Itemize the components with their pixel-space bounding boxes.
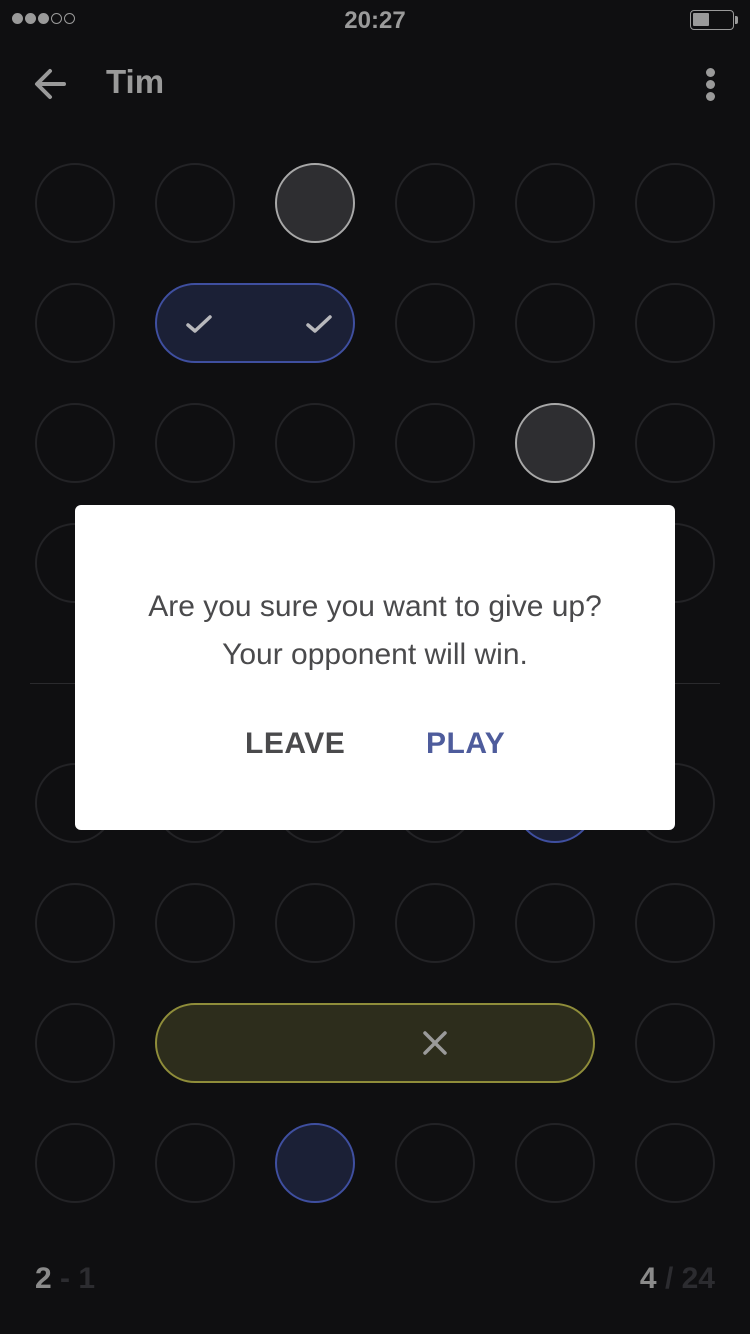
board-cell[interactable] — [155, 163, 235, 243]
board-cell[interactable] — [35, 283, 115, 363]
score: 2 - 1 — [35, 1262, 95, 1296]
board-cell[interactable] — [515, 1123, 595, 1203]
board-cell[interactable] — [35, 403, 115, 483]
board-cell[interactable] — [35, 883, 115, 963]
board-cell[interactable] — [635, 163, 715, 243]
board-cell-grey[interactable] — [275, 163, 355, 243]
selected-pair-pill[interactable] — [155, 283, 355, 363]
board-cell[interactable] — [635, 283, 715, 363]
check-icon — [306, 315, 332, 333]
score-separator: - — [60, 1262, 71, 1295]
board-cell[interactable] — [395, 403, 475, 483]
check-icon — [186, 315, 212, 333]
board-cell[interactable] — [275, 883, 355, 963]
close-icon — [423, 1031, 447, 1055]
leave-button[interactable]: LEAVE — [245, 727, 345, 761]
dialog-message-line-1: Are you sure you want to give up? — [148, 590, 602, 623]
moves-total: 24 — [681, 1262, 715, 1295]
board-cell[interactable] — [275, 403, 355, 483]
board-cell-grey[interactable] — [515, 403, 595, 483]
moves-current: 4 — [639, 1262, 657, 1295]
board-cell[interactable] — [635, 1123, 715, 1203]
board-cell[interactable] — [515, 883, 595, 963]
board-cell[interactable] — [395, 883, 475, 963]
board-cell[interactable] — [395, 283, 475, 363]
board-cell[interactable] — [635, 1003, 715, 1083]
board-cell[interactable] — [35, 1123, 115, 1203]
board-cell[interactable] — [635, 883, 715, 963]
board-cell[interactable] — [155, 883, 235, 963]
board-cell[interactable] — [155, 403, 235, 483]
board-cell[interactable] — [635, 403, 715, 483]
move-counter: 4 / 24 — [640, 1262, 715, 1296]
play-button[interactable]: PLAY — [426, 727, 505, 761]
board-cell-navy[interactable] — [275, 1123, 355, 1203]
board-cell[interactable] — [515, 163, 595, 243]
board-cell[interactable] — [515, 283, 595, 363]
wrong-guess-pill[interactable] — [155, 1003, 595, 1083]
score-player: 2 — [35, 1262, 52, 1295]
board-cell[interactable] — [35, 163, 115, 243]
moves-separator: / — [664, 1262, 674, 1295]
board-cell[interactable] — [155, 1123, 235, 1203]
score-opponent: 1 — [78, 1262, 96, 1295]
board-cell[interactable] — [395, 1123, 475, 1203]
board-cell[interactable] — [395, 163, 475, 243]
dialog-message: Are you sure you want to give up? Your o… — [75, 583, 675, 679]
dialog-message-line-2: Your opponent will win. — [222, 638, 528, 671]
give-up-dialog: Are you sure you want to give up? Your o… — [75, 505, 675, 830]
board-cell[interactable] — [35, 1003, 115, 1083]
